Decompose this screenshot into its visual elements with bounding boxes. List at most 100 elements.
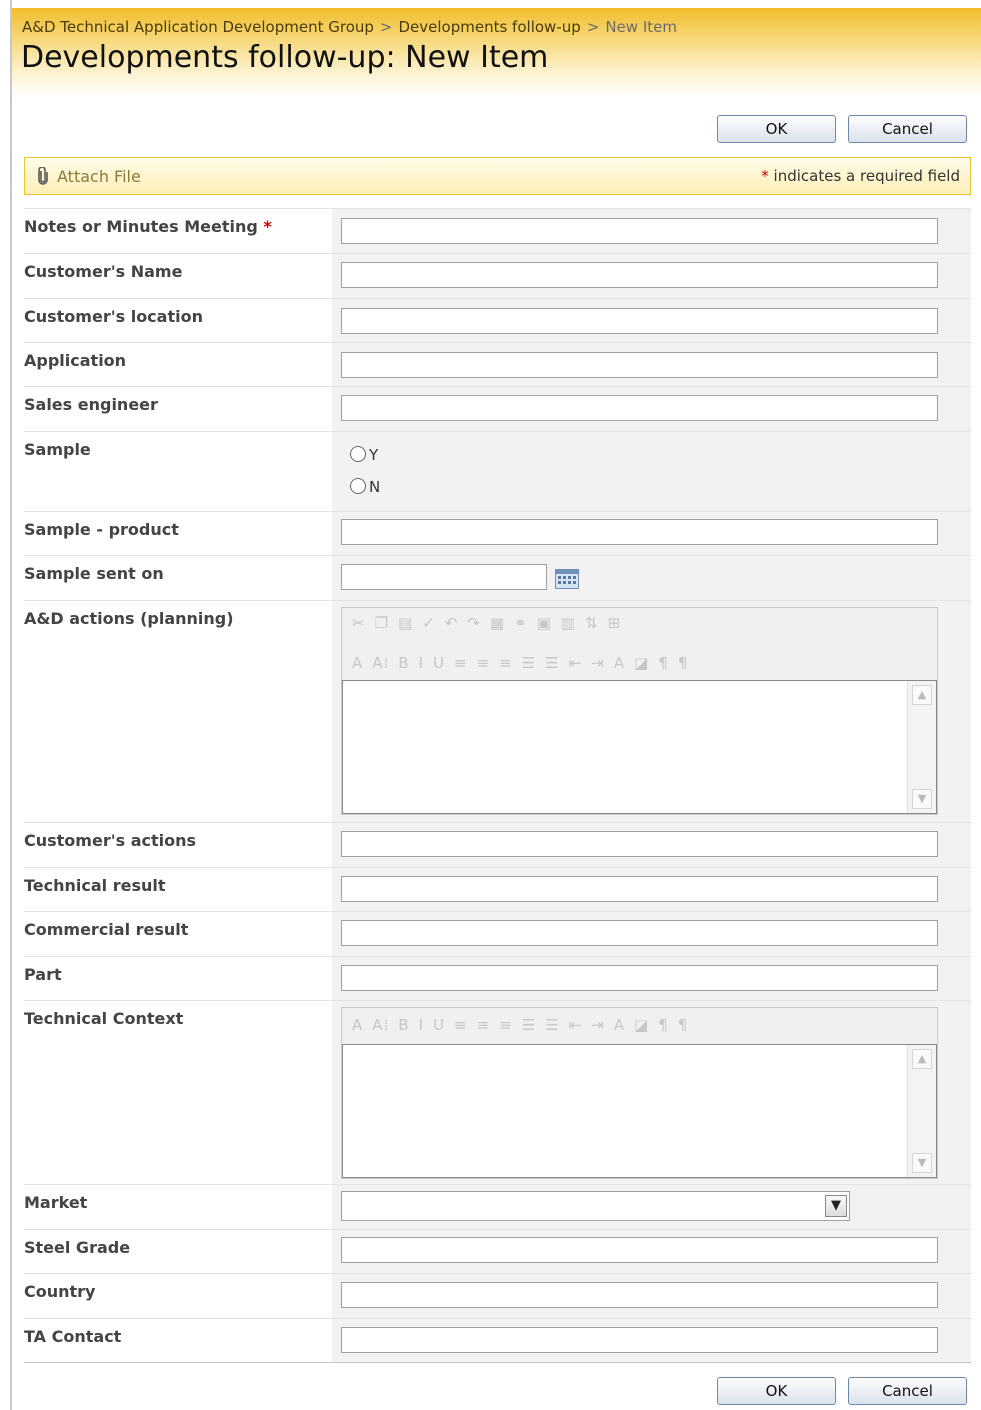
insert-link-icon[interactable]: ⚭ bbox=[514, 614, 528, 632]
customer-name-input[interactable] bbox=[341, 262, 938, 288]
undo-icon[interactable]: ↶ bbox=[445, 614, 459, 632]
scroll-up-icon[interactable]: ▲ bbox=[912, 685, 932, 705]
scroll-down-icon[interactable]: ▼ bbox=[912, 789, 932, 809]
breadcrumb-current: New Item bbox=[605, 18, 677, 36]
rtl-icon[interactable]: ¶ bbox=[678, 1016, 689, 1034]
indent-icon[interactable]: ⇥ bbox=[591, 1016, 605, 1034]
insert-image-icon[interactable]: ▣ bbox=[537, 614, 552, 632]
attach-file-label: Attach File bbox=[57, 167, 141, 186]
radio-circle[interactable] bbox=[350, 446, 366, 462]
align-center-icon[interactable]: ≡ bbox=[477, 654, 491, 672]
market-select[interactable]: ▼ bbox=[341, 1191, 850, 1221]
steel-grade-field-cell bbox=[332, 1230, 971, 1274]
ltr-icon[interactable]: ¶ bbox=[658, 654, 669, 672]
bold-icon[interactable]: B bbox=[398, 654, 409, 672]
breadcrumb-link-group[interactable]: A&D Technical Application Development Gr… bbox=[22, 18, 374, 36]
left-border bbox=[10, 0, 12, 1410]
highlight-color-icon[interactable]: ◪ bbox=[634, 1016, 649, 1034]
technical-result-input[interactable] bbox=[341, 876, 938, 902]
font-icon[interactable]: A bbox=[352, 1016, 363, 1034]
ok-button-bottom[interactable]: OK bbox=[717, 1377, 836, 1405]
sales-engineer-field-cell bbox=[332, 387, 971, 432]
numbered-list-icon[interactable]: ☰ bbox=[522, 654, 536, 672]
paste-icon[interactable]: ▤ bbox=[398, 614, 413, 632]
font-size-icon[interactable]: A⁞ bbox=[372, 654, 389, 672]
customer-actions-input[interactable] bbox=[341, 831, 938, 857]
align-right-icon[interactable]: ≡ bbox=[499, 654, 513, 672]
technical-result-label: Technical result bbox=[24, 876, 166, 895]
customer-location-input[interactable] bbox=[341, 308, 938, 334]
highlight-color-icon[interactable]: ◪ bbox=[634, 654, 649, 672]
bulleted-list-icon[interactable]: ☰ bbox=[545, 1016, 559, 1034]
form-row-commercial-result: Commercial result bbox=[24, 911, 971, 957]
cut-icon[interactable]: ✂ bbox=[352, 614, 366, 632]
align-left-icon[interactable]: ≡ bbox=[454, 654, 468, 672]
spellcheck-icon[interactable]: ✓ bbox=[422, 614, 436, 632]
cancel-button-bottom[interactable]: Cancel bbox=[848, 1377, 967, 1405]
text-color-icon[interactable]: A bbox=[614, 654, 625, 672]
technical-context-text-area[interactable]: ▲ ▼ bbox=[342, 1044, 937, 1178]
ta-contact-input[interactable] bbox=[341, 1327, 938, 1353]
cancel-button-top[interactable]: Cancel bbox=[848, 115, 967, 143]
redo-icon[interactable]: ↷ bbox=[467, 614, 481, 632]
page-title: Developments follow-up: New Item bbox=[21, 40, 549, 75]
commercial-result-input[interactable] bbox=[341, 920, 938, 946]
italic-icon[interactable]: I bbox=[419, 1016, 424, 1034]
attach-file-button[interactable]: Attach File bbox=[37, 166, 141, 186]
table-properties-icon[interactable]: ▥ bbox=[561, 614, 576, 632]
form-row-ta-contact: TA Contact bbox=[24, 1318, 971, 1363]
sample-option-y-label: Y bbox=[369, 446, 379, 464]
technical-context-rich-text-editor: A A⁞ B I U ≡ ≡ ≡ ☰ ☰ ⇤ ⇥ A ◪ ¶ ¶ ▲ ▼ bbox=[341, 1007, 938, 1179]
ad-actions-text-area[interactable]: ▲ ▼ bbox=[342, 680, 937, 814]
text-color-icon[interactable]: A bbox=[614, 1016, 625, 1034]
application-input[interactable] bbox=[341, 352, 938, 378]
editor-toolbar-row-1: ✂ ❐ ▤ ✓ ↶ ↷ ▦ ⚭ ▣ ▥ ⇅ ⊞ bbox=[342, 608, 937, 646]
sales-engineer-label: Sales engineer bbox=[24, 395, 158, 414]
sample-option-n[interactable]: N bbox=[350, 478, 380, 496]
ltr-icon[interactable]: ¶ bbox=[658, 1016, 669, 1034]
ad-actions-label: A&D actions (planning) bbox=[24, 609, 234, 628]
country-field-cell bbox=[332, 1274, 971, 1319]
customer-name-label: Customer's Name bbox=[24, 262, 183, 281]
italic-icon[interactable]: I bbox=[419, 654, 424, 672]
scrollbar[interactable]: ▲ ▼ bbox=[907, 1045, 936, 1177]
sort-icon[interactable]: ⇅ bbox=[585, 614, 599, 632]
bold-icon[interactable]: B bbox=[398, 1016, 409, 1034]
numbered-list-icon[interactable]: ☰ bbox=[522, 1016, 536, 1034]
sample-option-y[interactable]: Y bbox=[350, 446, 378, 464]
part-input[interactable] bbox=[341, 965, 938, 991]
rtl-icon[interactable]: ¶ bbox=[678, 654, 689, 672]
scroll-down-icon[interactable]: ▼ bbox=[912, 1153, 932, 1173]
ok-button-top[interactable]: OK bbox=[717, 115, 836, 143]
grid-icon[interactable]: ⊞ bbox=[608, 614, 622, 632]
font-size-icon[interactable]: A⁞ bbox=[372, 1016, 389, 1034]
steel-grade-input[interactable] bbox=[341, 1237, 938, 1263]
scrollbar[interactable]: ▲ ▼ bbox=[907, 681, 936, 813]
align-center-icon[interactable]: ≡ bbox=[477, 1016, 491, 1034]
notes-input[interactable] bbox=[341, 218, 938, 244]
sales-engineer-input[interactable] bbox=[341, 395, 938, 421]
radio-circle[interactable] bbox=[350, 478, 366, 494]
scroll-up-icon[interactable]: ▲ bbox=[912, 1049, 932, 1069]
font-icon[interactable]: A bbox=[352, 654, 363, 672]
align-left-icon[interactable]: ≡ bbox=[454, 1016, 468, 1034]
align-right-icon[interactable]: ≡ bbox=[499, 1016, 513, 1034]
outdent-icon[interactable]: ⇤ bbox=[569, 654, 583, 672]
sample-sent-on-date-input[interactable] bbox=[341, 564, 547, 590]
dropdown-arrow-icon[interactable]: ▼ bbox=[825, 1195, 847, 1217]
calendar-icon[interactable] bbox=[555, 569, 579, 589]
bulleted-list-icon[interactable]: ☰ bbox=[545, 654, 559, 672]
form-row-country: Country bbox=[24, 1273, 971, 1319]
customer-actions-label: Customer's actions bbox=[24, 831, 197, 850]
sample-product-input[interactable] bbox=[341, 519, 938, 545]
underline-icon[interactable]: U bbox=[433, 1016, 445, 1034]
indent-icon[interactable]: ⇥ bbox=[591, 654, 605, 672]
country-input[interactable] bbox=[341, 1282, 938, 1308]
breadcrumb-link-list[interactable]: Developments follow-up bbox=[399, 18, 581, 36]
copy-icon[interactable]: ❐ bbox=[375, 614, 389, 632]
form-row-steel-grade: Steel Grade bbox=[24, 1229, 971, 1274]
insert-table-icon[interactable]: ▦ bbox=[490, 614, 505, 632]
form-row-ad-actions: A&D actions (planning) ✂ ❐ ▤ ✓ ↶ ↷ ▦ ⚭ ▣ ▥ ⇅ ⊞ A A⁞ B… bbox=[24, 600, 971, 823]
outdent-icon[interactable]: ⇤ bbox=[569, 1016, 583, 1034]
underline-icon[interactable]: U bbox=[433, 654, 445, 672]
